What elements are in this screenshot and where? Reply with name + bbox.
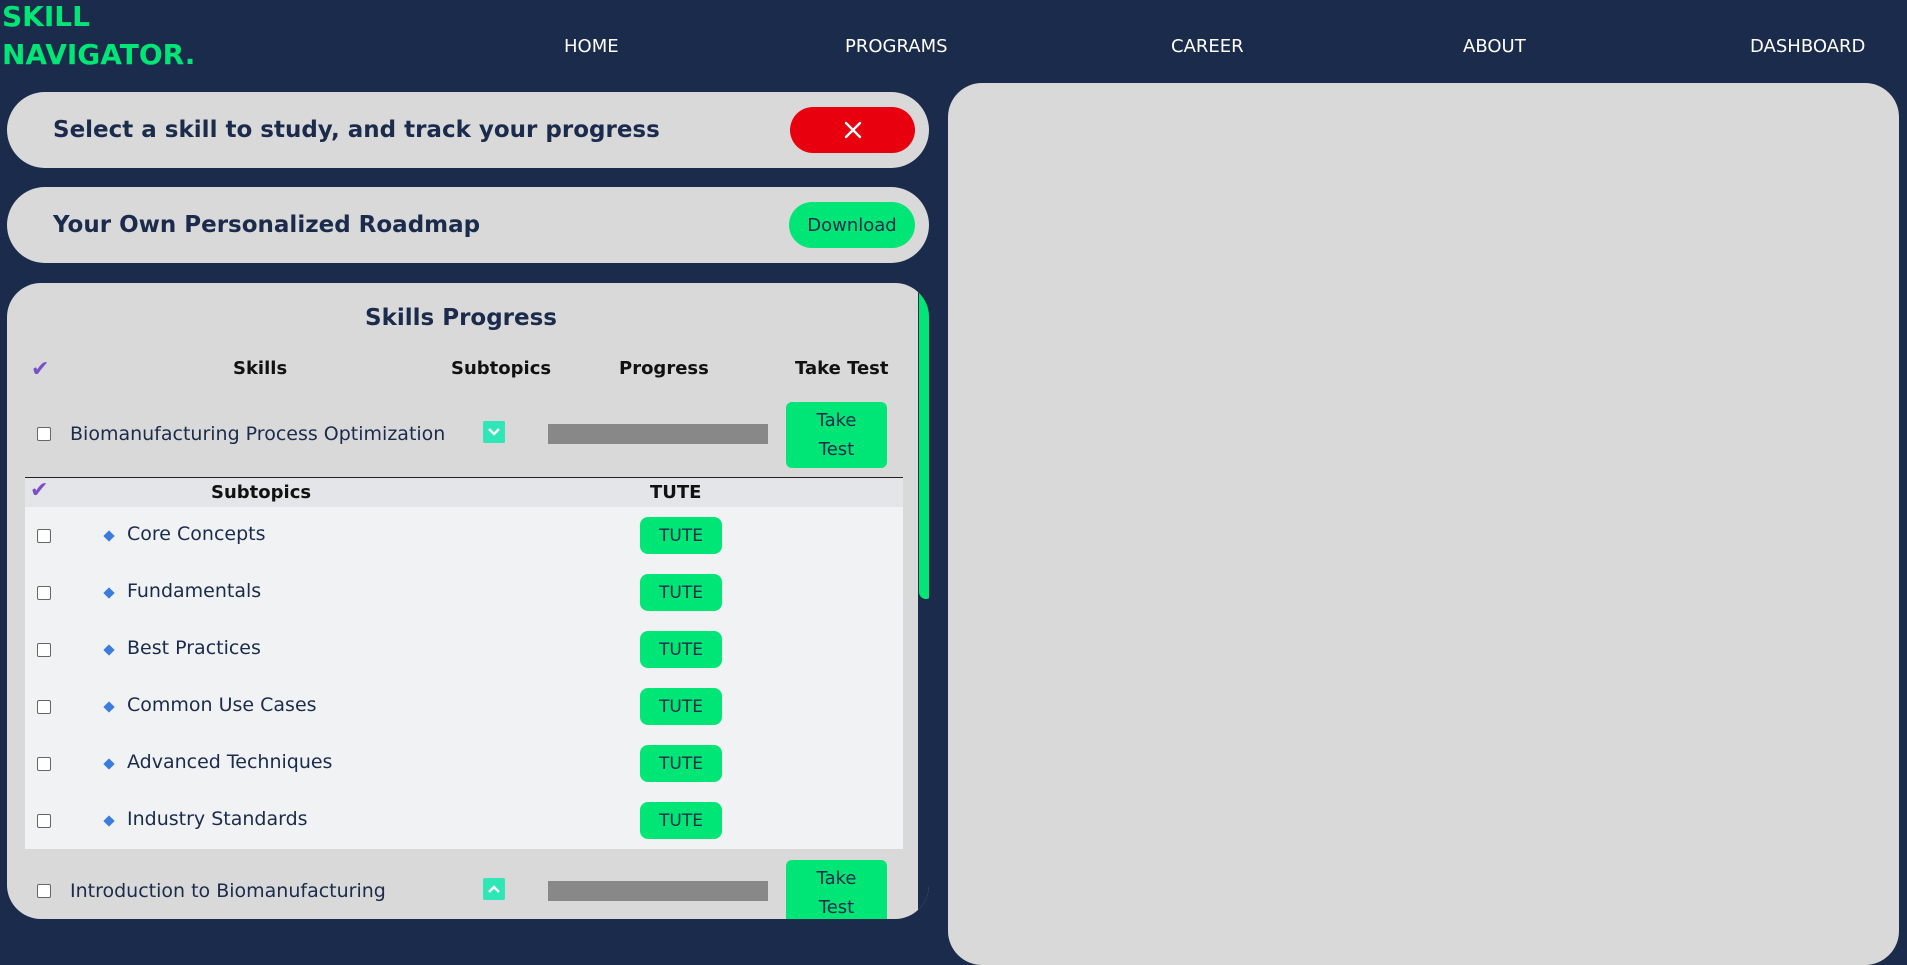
skills-progress-panel: Skills Progress ✔ Skills Subtopics Progr… xyxy=(7,283,929,919)
subtopic-row: Advanced Techniques TUTE xyxy=(25,735,903,792)
subtopics-header: ✔ Subtopics TUTE xyxy=(25,477,903,507)
header-subtopics: Subtopics xyxy=(451,358,552,379)
bullet-icon xyxy=(103,644,115,656)
content-panel xyxy=(948,83,1899,965)
subtopics-header-label: Subtopics xyxy=(211,482,312,503)
subtopic-checkbox[interactable] xyxy=(37,757,51,771)
navbar: SKILL NAVIGATOR. HOME PROGRAMS CAREER AB… xyxy=(0,0,1907,72)
skill-progress-bar xyxy=(548,881,768,901)
subtopic-checkbox[interactable] xyxy=(37,700,51,714)
header-progress: Progress xyxy=(619,358,709,379)
header-skills: Skills xyxy=(233,358,288,379)
bullet-icon xyxy=(103,701,115,713)
subtopic-checkbox[interactable] xyxy=(37,586,51,600)
tute-button[interactable]: TUTE xyxy=(640,745,722,782)
subtopic-row: Common Use Cases TUTE xyxy=(25,678,903,735)
bullet-icon xyxy=(103,815,115,827)
take-test-line1: Take xyxy=(816,868,857,889)
skill-checkbox[interactable] xyxy=(37,427,51,441)
subtopic-name: Advanced Techniques xyxy=(127,751,333,773)
nav-home[interactable]: HOME xyxy=(564,36,619,57)
select-all-check-icon[interactable]: ✔ xyxy=(31,357,49,382)
subtopic-name: Common Use Cases xyxy=(127,694,317,716)
nav-about[interactable]: ABOUT xyxy=(1463,36,1526,57)
skill-checkbox[interactable] xyxy=(37,884,51,898)
subtopic-checkbox[interactable] xyxy=(37,529,51,543)
close-icon xyxy=(844,121,861,139)
tute-button[interactable]: TUTE xyxy=(640,517,722,554)
subtopics-toggle[interactable] xyxy=(483,421,505,443)
chevron-up-icon xyxy=(488,885,500,893)
subtopics-select-all-check-icon[interactable]: ✔ xyxy=(30,478,48,503)
subtopic-checkbox[interactable] xyxy=(37,814,51,828)
skill-name: Introduction to Biomanufacturing xyxy=(70,880,386,902)
skill-name: Biomanufacturing Process Optimization xyxy=(70,423,446,445)
roadmap-text: Your Own Personalized Roadmap xyxy=(53,212,481,238)
subtopic-checkbox[interactable] xyxy=(37,643,51,657)
nav-dashboard[interactable]: DASHBOARD xyxy=(1750,36,1865,57)
bullet-icon xyxy=(103,587,115,599)
skills-progress-title: Skills Progress xyxy=(365,305,557,331)
download-button[interactable]: Download xyxy=(789,202,915,248)
subtopic-name: Best Practices xyxy=(127,637,261,659)
tute-button[interactable]: TUTE xyxy=(640,688,722,725)
brand-logo[interactable]: SKILL NAVIGATOR. xyxy=(2,0,195,74)
nav-programs[interactable]: PROGRAMS xyxy=(845,36,948,57)
subtopic-name: Fundamentals xyxy=(127,580,262,602)
scrollbar-thumb[interactable] xyxy=(919,283,929,599)
subtopics-table: ✔ Subtopics TUTE Core Concepts TUTE Fund… xyxy=(25,477,903,849)
close-button[interactable] xyxy=(790,107,915,153)
select-skill-card: Select a skill to study, and track your … xyxy=(7,92,929,168)
subtopic-name: Core Concepts xyxy=(127,523,266,545)
tute-button[interactable]: TUTE xyxy=(640,574,722,611)
subtopics-toggle[interactable] xyxy=(483,878,505,900)
select-skill-text: Select a skill to study, and track your … xyxy=(53,117,660,143)
subtopic-name: Industry Standards xyxy=(127,808,308,830)
bullet-icon xyxy=(103,758,115,770)
take-test-button[interactable]: Take Test xyxy=(786,402,887,468)
take-test-button[interactable]: Take Test xyxy=(786,860,887,919)
take-test-line2: Test xyxy=(818,439,855,460)
bullet-icon xyxy=(103,530,115,542)
header-take-test: Take Test xyxy=(795,358,889,379)
take-test-line2: Test xyxy=(818,897,855,918)
subtopic-row: Core Concepts TUTE xyxy=(25,507,903,564)
subtopic-row: Best Practices TUTE xyxy=(25,621,903,678)
tute-header-label: TUTE xyxy=(650,482,702,503)
skill-progress-bar xyxy=(548,424,768,444)
subtopic-row: Industry Standards TUTE xyxy=(25,792,903,849)
brand-line1: SKILL xyxy=(2,0,90,33)
nav-career[interactable]: CAREER xyxy=(1171,36,1244,57)
chevron-down-icon xyxy=(488,428,500,436)
brand-line2: NAVIGATOR. xyxy=(2,38,196,71)
tute-button[interactable]: TUTE xyxy=(640,631,722,668)
subtopic-row: Fundamentals TUTE xyxy=(25,564,903,621)
tute-button[interactable]: TUTE xyxy=(640,802,722,839)
take-test-line1: Take xyxy=(816,410,857,431)
roadmap-card: Your Own Personalized Roadmap Download xyxy=(7,187,929,263)
